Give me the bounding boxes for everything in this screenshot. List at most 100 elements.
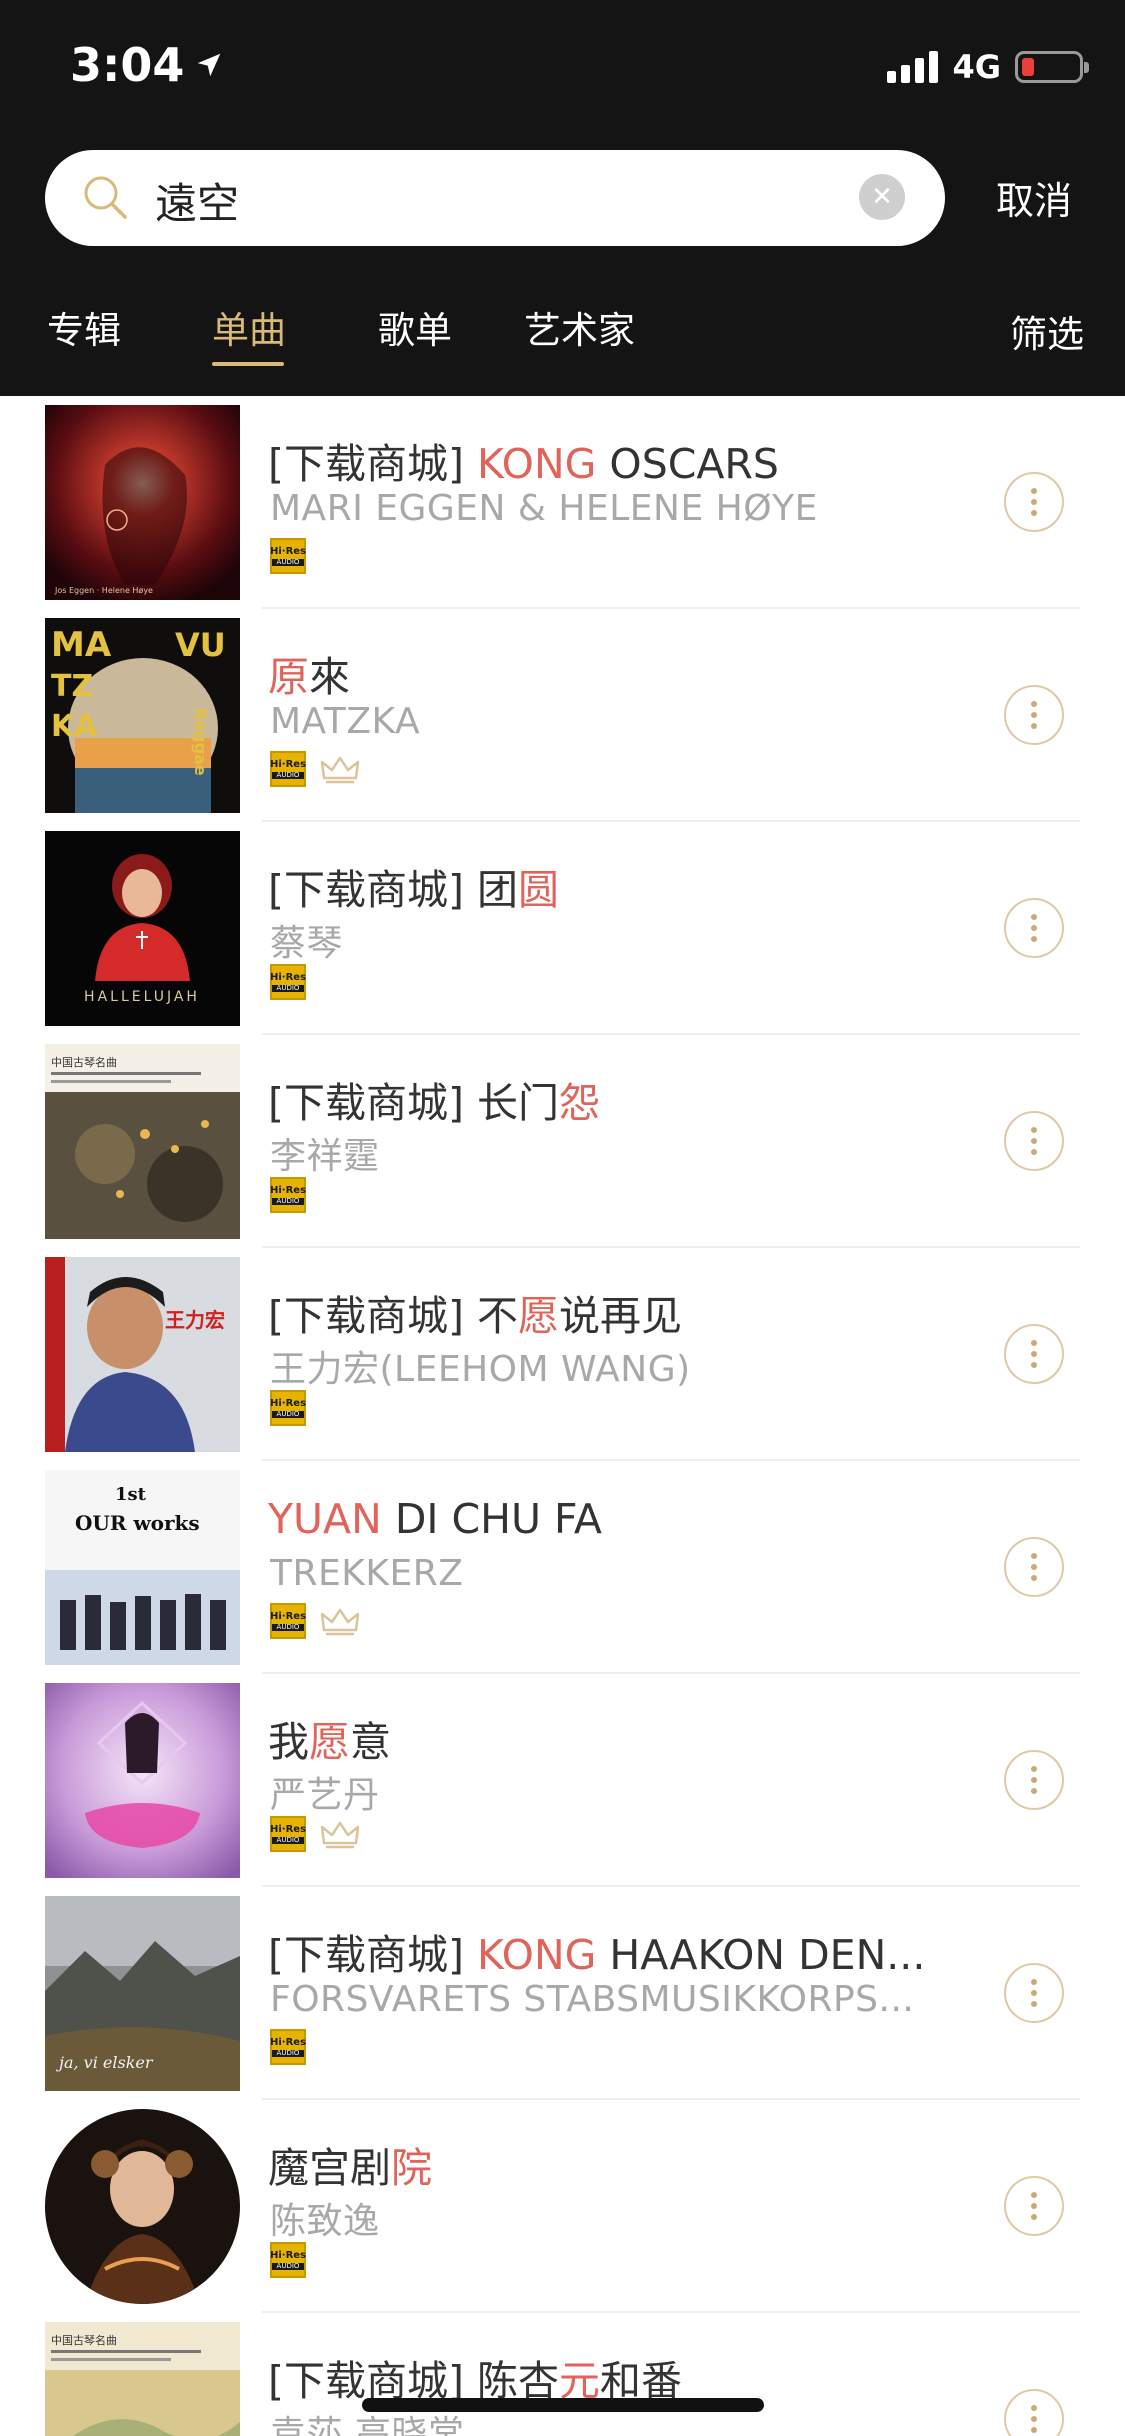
title-text: 我 xyxy=(268,1718,309,1766)
list-item[interactable]: 中国古琴名曲 [下载商城] 陈杏元和番 袁莎 高晓棠 xyxy=(0,2313,1125,2436)
album-cover[interactable]: ja, vi elsker xyxy=(45,1896,240,2091)
badges: Hi·Res AUDIO xyxy=(270,1816,360,1852)
more-options-button[interactable] xyxy=(1004,2389,1064,2436)
title-text: [下载商城] xyxy=(268,1931,478,1979)
time-text: 3:04 xyxy=(70,38,185,92)
tab-bar: 专辑 单曲 歌单 艺术家 筛选 xyxy=(0,300,1125,380)
hires-audio-icon: Hi·Res AUDIO xyxy=(270,2242,306,2278)
title-text: 來 xyxy=(309,653,350,701)
cover-text: 中国古琴名曲 xyxy=(51,2333,117,2347)
status-time: 3:04 xyxy=(70,38,224,92)
more-options-button[interactable] xyxy=(1004,2176,1064,2236)
tab-playlists[interactable]: 歌单 xyxy=(378,300,452,354)
more-options-button[interactable] xyxy=(1004,472,1064,532)
vip-crown-icon xyxy=(320,1608,360,1636)
song-title: [下载商城] 不愿说再见 xyxy=(268,1282,682,1342)
album-cover[interactable] xyxy=(45,1683,240,1878)
list-item[interactable]: 1st OUR works YUAN DI CHU FA TREKKERZ Hi… xyxy=(0,1461,1125,1674)
album-cover[interactable]: 中国古琴名曲 xyxy=(45,2322,240,2436)
cover-text: MA xyxy=(51,625,112,665)
signal-icon xyxy=(887,51,939,83)
hires-audio-icon: Hi·Res AUDIO xyxy=(270,751,306,787)
cover-caption: Jos Eggen · Helene Høye xyxy=(54,586,153,595)
list-item[interactable]: 中国古琴名曲 [下载商城] 长门怨 李祥霆 Hi·Res AUDIO xyxy=(0,1035,1125,1248)
header: 3:04 4G 遠空 ✕ 取消 专辑 单曲 歌单 艺术家 筛选 xyxy=(0,0,1125,396)
song-artist: MATZKA xyxy=(270,701,421,742)
title-highlight: 原 xyxy=(268,653,309,701)
title-text: OSCARS xyxy=(596,440,779,488)
badges: Hi·Res AUDIO xyxy=(270,1390,306,1426)
badges: Hi·Res AUDIO xyxy=(270,751,360,787)
cover-text: KA xyxy=(51,709,98,744)
tab-songs[interactable]: 单曲 xyxy=(212,300,286,354)
list-item[interactable]: MA TZ KA VU Reggae 原來 MATZKA Hi·Res AUDIO xyxy=(0,609,1125,822)
title-text: 意 xyxy=(350,1718,391,1766)
more-options-button[interactable] xyxy=(1004,898,1064,958)
album-cover[interactable] xyxy=(45,2109,240,2304)
list-item[interactable]: Jos Eggen · Helene Høye [下载商城] KONG OSCA… xyxy=(0,396,1125,609)
song-artist: 李祥霆 xyxy=(270,1136,380,1177)
search-input[interactable]: 遠空 ✕ xyxy=(45,150,945,246)
song-title: 我愿意 xyxy=(268,1708,391,1768)
cover-text: TZ xyxy=(51,669,93,704)
album-cover[interactable]: 中国古琴名曲 xyxy=(45,1044,240,1239)
more-options-button[interactable] xyxy=(1004,1324,1064,1384)
more-options-button[interactable] xyxy=(1004,1750,1064,1810)
title-text: [下载商城] 团 xyxy=(268,866,519,914)
title-highlight: KONG xyxy=(477,1931,597,1979)
cover-text: 王力宏 xyxy=(165,1308,225,1332)
song-artist: TREKKERZ xyxy=(270,1553,464,1594)
badges: Hi·Res AUDIO xyxy=(270,1177,306,1213)
vip-crown-icon xyxy=(320,1821,360,1849)
title-text: 说再见 xyxy=(559,1292,683,1340)
search-query[interactable]: 遠空 xyxy=(155,170,239,231)
battery-icon xyxy=(1015,51,1089,83)
song-title: 魔宫剧院 xyxy=(268,2134,432,2194)
album-cover[interactable]: 1st OUR works xyxy=(45,1470,240,1665)
album-cover[interactable]: 王力宏 xyxy=(45,1257,240,1452)
filter-button[interactable]: 筛选 xyxy=(1010,304,1084,358)
title-text: HAAKON DEN... xyxy=(596,1931,926,1979)
network-type: 4G xyxy=(952,48,1001,86)
song-title: [下载商城] KONG OSCARS xyxy=(268,430,779,490)
status-bar: 3:04 4G xyxy=(0,0,1125,140)
album-cover[interactable]: HALLELUJAH xyxy=(45,831,240,1026)
tab-artists[interactable]: 艺术家 xyxy=(524,300,635,354)
hires-audio-icon: Hi·Res AUDIO xyxy=(270,964,306,1000)
song-title: [下载商城] KONG HAAKON DEN... xyxy=(268,1921,925,1981)
song-artist: 蔡琴 xyxy=(270,923,344,964)
cover-text: HALLELUJAH xyxy=(84,989,200,1005)
cover-text: 中国古琴名曲 xyxy=(51,1055,117,1069)
title-text: DI CHU FA xyxy=(381,1495,602,1543)
more-options-button[interactable] xyxy=(1004,685,1064,745)
badges: Hi·Res AUDIO xyxy=(270,2029,306,2065)
album-cover[interactable]: MA TZ KA VU Reggae xyxy=(45,618,240,813)
tab-albums[interactable]: 专辑 xyxy=(47,300,121,354)
home-indicator[interactable] xyxy=(362,2398,764,2412)
song-artist: 严艺丹 xyxy=(270,1775,380,1816)
hires-audio-icon: Hi·Res AUDIO xyxy=(270,538,306,574)
list-item[interactable]: 我愿意 严艺丹 Hi·Res AUDIO xyxy=(0,1674,1125,1887)
cover-text: ja, vi elsker xyxy=(56,2053,154,2072)
status-indicators: 4G xyxy=(887,48,1089,86)
list-item[interactable]: HALLELUJAH [下载商城] 团圆 蔡琴 Hi·Res AUDIO xyxy=(0,822,1125,1035)
title-text: [下载商城] 长门 xyxy=(268,1079,560,1127)
cover-text: VU xyxy=(175,626,226,664)
song-title: 原來 xyxy=(268,643,350,703)
more-options-button[interactable] xyxy=(1004,1111,1064,1171)
cancel-button[interactable]: 取消 xyxy=(996,170,1072,225)
list-item[interactable]: ja, vi elsker [下载商城] KONG HAAKON DEN... … xyxy=(0,1887,1125,2100)
hires-audio-icon: Hi·Res AUDIO xyxy=(270,2029,306,2065)
hires-audio-icon: Hi·Res AUDIO xyxy=(270,1177,306,1213)
album-cover[interactable]: Jos Eggen · Helene Høye xyxy=(45,405,240,600)
more-options-button[interactable] xyxy=(1004,1963,1064,2023)
title-highlight: 愿 xyxy=(518,1292,560,1340)
title-highlight: 怨 xyxy=(559,1079,601,1127)
list-item[interactable]: 魔宫剧院 陈致逸 Hi·Res AUDIO xyxy=(0,2100,1125,2313)
song-artist: 王力宏(LEEHOM WANG) xyxy=(270,1349,691,1390)
song-title: YUAN DI CHU FA xyxy=(268,1495,602,1543)
clear-icon[interactable]: ✕ xyxy=(859,174,905,220)
more-options-button[interactable] xyxy=(1004,1537,1064,1597)
title-text: 魔宫剧 xyxy=(268,2144,391,2192)
list-item[interactable]: 王力宏 [下载商城] 不愿说再见 王力宏(LEEHOM WANG) Hi·Res… xyxy=(0,1248,1125,1461)
